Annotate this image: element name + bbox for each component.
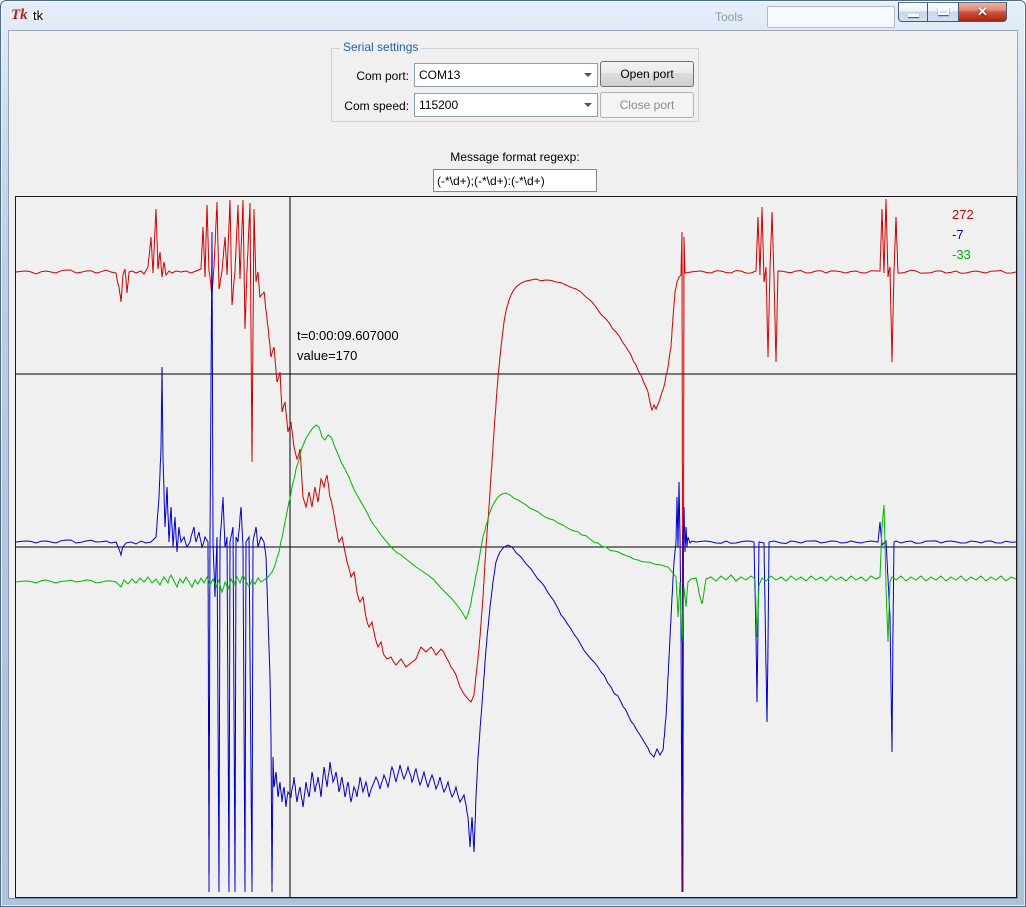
client-area: Serial settings Com port: COM13 Open por… <box>9 31 1017 898</box>
maximize-icon <box>938 7 949 15</box>
legend-value-green: -33 <box>952 247 971 262</box>
window-title: tk <box>33 8 43 23</box>
serial-settings-frame-label: Serial settings <box>340 40 421 54</box>
message-format-input[interactable] <box>433 169 597 192</box>
minimize-button[interactable] <box>898 2 928 22</box>
com-speed-value: 115200 <box>419 94 577 116</box>
com-speed-combobox[interactable]: 115200 <box>414 93 598 117</box>
titlebar-ghost-searchbox <box>767 6 895 28</box>
tk-logo-icon: Tk <box>11 7 29 24</box>
close-icon: ✕ <box>977 4 988 19</box>
window-controls: ✕ <box>898 2 1007 22</box>
titlebar-ghost-text: Tools <box>715 10 743 24</box>
minimize-icon <box>908 14 919 17</box>
com-port-combobox[interactable]: COM13 <box>414 63 598 87</box>
window: Tk tk Tools ✕ Serial settings Com port: … <box>0 0 1026 907</box>
plot-canvas[interactable]: t=0:00:09.607000 value=170 272 -7 -33 <box>15 196 1017 898</box>
com-speed-label: Com speed: <box>327 99 409 113</box>
legend-value-red: 272 <box>952 207 974 222</box>
close-port-button[interactable]: Close port <box>600 92 694 118</box>
trace-blue <box>16 232 1016 892</box>
chevron-down-icon <box>579 64 597 86</box>
trace-red <box>16 199 1016 892</box>
open-port-button[interactable]: Open port <box>600 61 694 87</box>
maximize-button[interactable] <box>928 2 958 22</box>
cursor-readout-1: t=0:00:09.607000 <box>297 328 399 343</box>
com-port-value: COM13 <box>419 64 577 86</box>
trace-green <box>16 425 1016 642</box>
close-button[interactable]: ✕ <box>958 2 1007 22</box>
legend-value-blue: -7 <box>952 227 964 242</box>
message-format-label: Message format regexp: <box>413 150 617 164</box>
cursor-readout-2: value=170 <box>297 348 357 363</box>
chevron-down-icon <box>579 94 597 116</box>
com-port-label: Com port: <box>331 69 409 83</box>
titlebar[interactable]: Tk tk Tools ✕ <box>1 1 1025 31</box>
